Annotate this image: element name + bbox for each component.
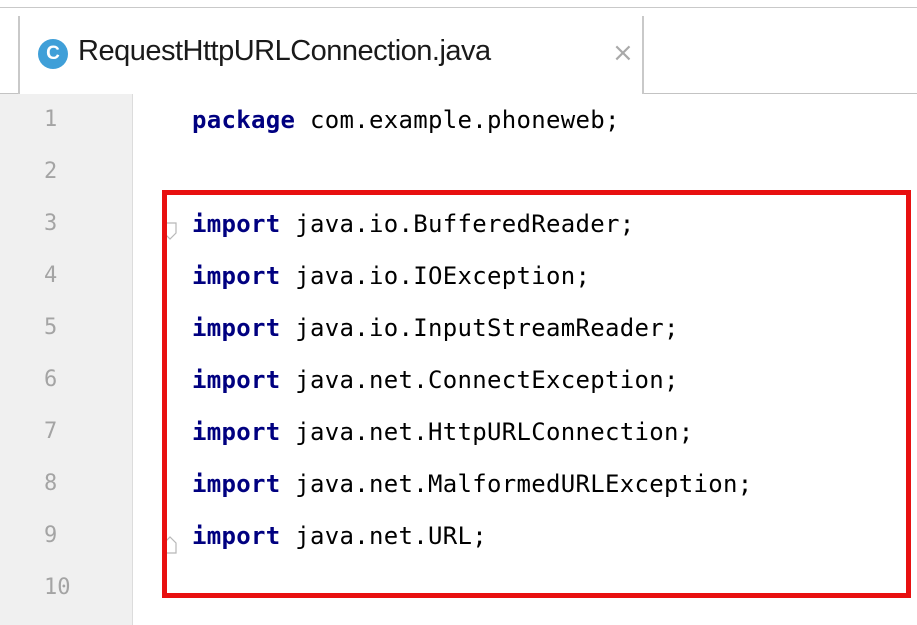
window-top-border	[0, 0, 917, 8]
code-text: java.net.HttpURLConnection;	[280, 418, 694, 446]
code-text: java.io.InputStreamReader;	[280, 314, 679, 342]
code-line: import java.net.ConnectException;	[192, 365, 679, 395]
line-number: 2	[44, 159, 58, 184]
java-class-icon: C	[38, 39, 68, 69]
code-text: java.net.ConnectException;	[280, 366, 679, 394]
code-editor[interactable]: 1 2 3 4 5 6 7 8 9 10 package com.example…	[0, 94, 917, 625]
line-number-gutter: 1 2 3 4 5 6 7 8 9 10	[0, 94, 133, 625]
line-number: 5	[44, 315, 58, 340]
line-number: 1	[44, 107, 58, 132]
code-keyword: import	[192, 210, 281, 238]
line-number: 3	[44, 211, 58, 236]
tab-request-http-url-connection[interactable]: C RequestHttpURLConnection.java ×	[18, 16, 644, 94]
code-line: import java.io.BufferedReader;	[192, 209, 634, 239]
code-keyword: import	[192, 470, 281, 498]
code-line: import java.io.InputStreamReader;	[192, 313, 679, 343]
code-text: java.net.URL;	[280, 522, 487, 550]
fold-end-icon[interactable]	[163, 536, 177, 554]
code-keyword: import	[192, 314, 281, 342]
code-keyword: import	[192, 418, 281, 446]
code-line: package com.example.phoneweb;	[192, 105, 620, 135]
fold-start-icon[interactable]	[163, 222, 177, 240]
code-line: import java.net.URL;	[192, 521, 487, 551]
code-keyword: package	[192, 106, 296, 134]
code-text: java.io.BufferedReader;	[280, 210, 635, 238]
code-text: java.io.IOException;	[280, 262, 591, 290]
code-text: java.net.MalformedURLException;	[280, 470, 753, 498]
line-number: 8	[44, 471, 58, 496]
line-number: 10	[44, 575, 71, 600]
code-keyword: import	[192, 522, 281, 550]
editor-tab-bar: C RequestHttpURLConnection.java ×	[0, 8, 917, 94]
code-line: import java.net.HttpURLConnection;	[192, 417, 693, 447]
code-line: import java.net.MalformedURLException;	[192, 469, 752, 499]
line-number: 7	[44, 419, 58, 444]
tab-filename-label: RequestHttpURLConnection.java	[78, 35, 491, 67]
code-line: import java.io.IOException;	[192, 261, 590, 291]
code-keyword: import	[192, 366, 281, 394]
line-number: 4	[44, 263, 58, 288]
line-number: 6	[44, 367, 58, 392]
code-keyword: import	[192, 262, 281, 290]
close-icon[interactable]: ×	[612, 35, 634, 71]
code-text: com.example.phoneweb;	[295, 106, 620, 134]
line-number: 9	[44, 523, 58, 548]
